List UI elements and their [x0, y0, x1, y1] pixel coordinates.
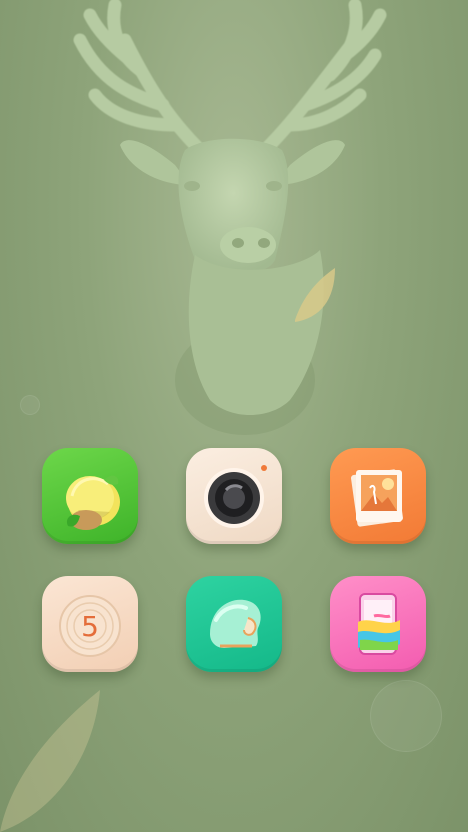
camera-app-icon[interactable] — [186, 448, 282, 544]
wood-clock-app-icon[interactable]: 5 — [42, 576, 138, 672]
bokeh-circle — [20, 395, 40, 415]
leaf-decoration — [0, 690, 100, 832]
photo-gallery-app-icon[interactable] — [330, 448, 426, 544]
wallpaper — [0, 0, 468, 832]
theme-app-icon[interactable] — [330, 576, 426, 672]
bokeh-circle — [370, 680, 442, 752]
deer-head-image — [73, 0, 387, 435]
clock-number-label: 5 — [81, 610, 99, 643]
lemon-app-icon[interactable] — [42, 448, 138, 544]
helmet-app-icon[interactable] — [186, 576, 282, 672]
